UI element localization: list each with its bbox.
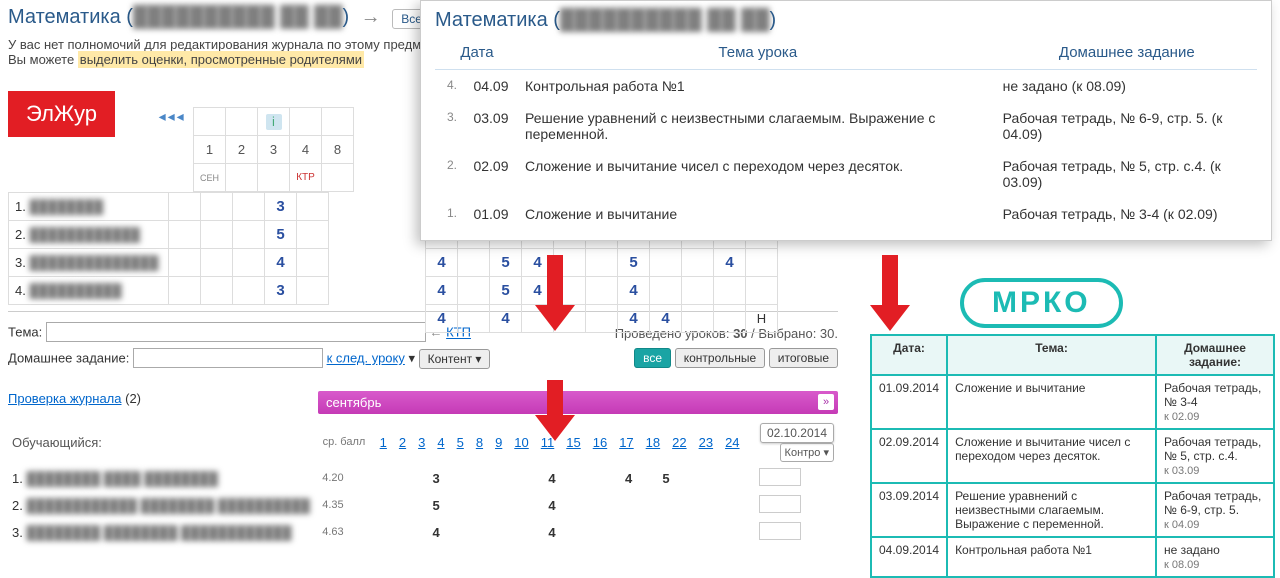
type-select[interactable]: Контро ▾ (780, 443, 834, 462)
grade-input[interactable] (759, 522, 801, 540)
teacher-name: ██████████ ██ ██ (133, 6, 343, 28)
date-picker[interactable]: 02.10.2014 (760, 423, 834, 443)
arrow-right-icon: → (361, 6, 381, 28)
lesson-row[interactable]: 3.03.09Решение уравнений с неизвестными … (435, 102, 1257, 150)
month-bar: сентябрь » (318, 391, 838, 414)
filter-all-button[interactable]: все (634, 348, 671, 368)
lesson-row[interactable]: 2.02.09Сложение и вычитание чисел с пере… (435, 150, 1257, 198)
arrow-down-icon (535, 380, 575, 460)
mrko-row[interactable]: 04.09.2014Контрольная работа №1не задано… (871, 537, 1274, 577)
arrow-down-icon (535, 255, 575, 335)
lesson-row[interactable]: 1.01.09Сложение и вычитаниеРабочая тетра… (435, 198, 1257, 230)
topic-input[interactable] (46, 322, 426, 342)
lesson-row[interactable]: 4.04.09Контрольная работа №1не задано (к… (435, 70, 1257, 103)
day-col[interactable]: 3 (258, 136, 290, 164)
lesson-topics-panel: Математика (██████████ ██ ██) Дата Тема … (420, 0, 1272, 241)
mrko-row[interactable]: 03.09.2014Решение уравнений с неизвестны… (871, 483, 1274, 537)
eljur-logo: ЭлЖур (8, 91, 115, 137)
homework-label: Домашнее задание: (8, 351, 129, 366)
col-date: Дата (435, 36, 519, 70)
filter-control-button[interactable]: контрольные (675, 348, 765, 368)
journal-check-count: (2) (125, 391, 141, 406)
grade-input[interactable] (759, 495, 801, 513)
mrko-row[interactable]: 01.09.2014Сложение и вычитаниеРабочая те… (871, 375, 1274, 429)
topic-label: Тема: (8, 325, 42, 340)
student-row[interactable]: 3. ████████ ████████ ████████████ 4.63 4… (8, 519, 838, 546)
month-next-icon[interactable]: » (818, 394, 834, 410)
next-lesson-link[interactable]: к след. уроку (327, 351, 405, 366)
journal-check-link[interactable]: Проверка журнала (8, 391, 122, 406)
day-col[interactable]: 4 (290, 136, 322, 164)
grade-input[interactable] (759, 468, 801, 486)
day-col[interactable]: 1 (194, 136, 226, 164)
student-row[interactable]: 2. ████████████5 (9, 221, 329, 249)
student-row[interactable]: 1. ████████ ████ ████████ 4.20 3445 (8, 465, 838, 492)
student-row[interactable]: 4. ██████████3 (9, 277, 329, 305)
student-row[interactable]: 3. ██████████████4 (9, 249, 329, 277)
student-col-header: Обучающийся: (8, 420, 318, 465)
homework-input[interactable] (133, 348, 323, 368)
avg-col-header: ср. балл (318, 420, 369, 465)
mrko-col-topic: Тема: (947, 335, 1156, 375)
student-row[interactable]: 2. ████████████ ████████ ██████████ 4.35… (8, 492, 838, 519)
day-col[interactable]: 2 (226, 136, 258, 164)
student-row[interactable]: 1. ████████3 (9, 193, 329, 221)
mrko-col-hw: Домашнее задание: (1156, 335, 1274, 375)
pager-prev-icon[interactable]: ◂◂◂ (159, 108, 186, 125)
mrko-table: Дата: Тема: Домашнее задание: 01.09.2014… (870, 334, 1275, 578)
content-button[interactable]: Контент ▾ (419, 349, 491, 369)
mrko-logo: МРКО (960, 278, 1123, 328)
day-col[interactable]: 8 (322, 136, 354, 164)
mrko-col-date: Дата: (871, 335, 947, 375)
col-homework: Домашнее задание (997, 36, 1257, 70)
filter-final-button[interactable]: итоговые (769, 348, 838, 368)
mrko-row[interactable]: 02.09.2014Сложение и вычитание чисел с п… (871, 429, 1274, 483)
col-topic: Тема урока (519, 36, 997, 70)
